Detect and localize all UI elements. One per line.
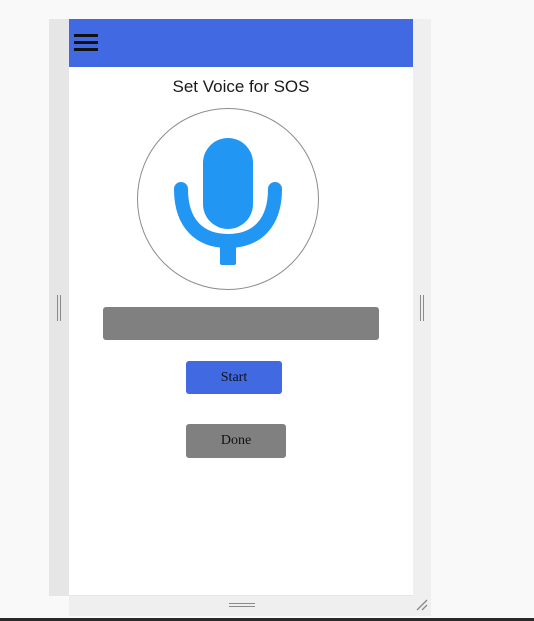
mic-record-circle[interactable] xyxy=(137,108,319,290)
left-resize-grip[interactable] xyxy=(57,295,61,321)
done-button[interactable]: Done xyxy=(186,424,286,458)
bottom-resize-grip[interactable] xyxy=(229,603,255,607)
voice-text-field[interactable] xyxy=(103,307,379,340)
microphone-icon xyxy=(174,138,282,265)
app-bar xyxy=(69,19,413,67)
hamburger-menu-icon[interactable] xyxy=(74,34,98,52)
resize-corner-icon[interactable] xyxy=(414,597,430,613)
page-title: Set Voice for SOS xyxy=(172,77,310,96)
right-resize-grip[interactable] xyxy=(420,295,424,321)
start-button[interactable]: Start xyxy=(186,361,282,394)
app-viewport: Set Voice for SOS Start Done xyxy=(69,19,413,595)
